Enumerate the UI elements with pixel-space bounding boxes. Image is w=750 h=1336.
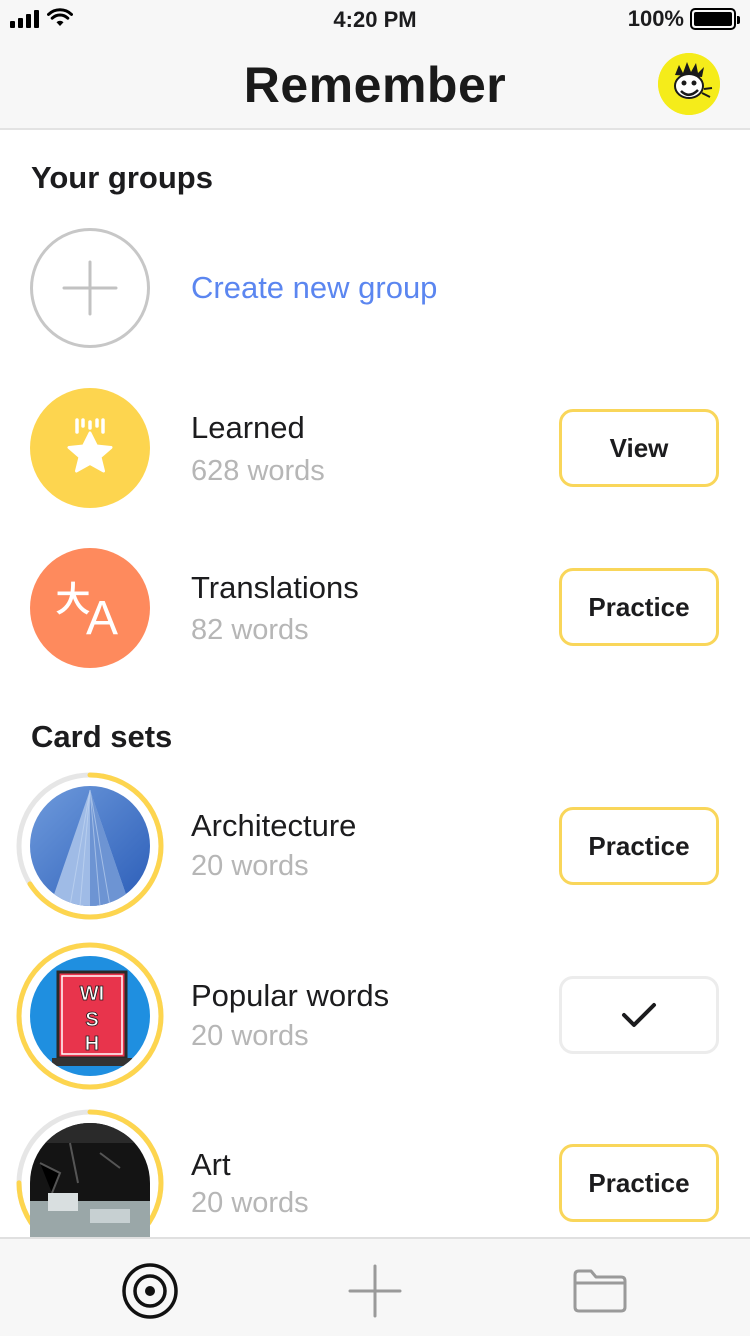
status-bar: 4:20 PM 100% [0,0,750,40]
group-row-learned[interactable]: Learned 628 words View [0,388,750,518]
learned-badge [30,388,150,508]
battery-icon [690,8,740,30]
card-set-row-architecture[interactable]: Architecture 20 words Practice [0,772,750,922]
nav-bar: Remember [0,40,750,130]
target-icon [122,1263,178,1319]
tab-add[interactable] [345,1261,405,1321]
group-count: 628 words [191,455,325,487]
create-group-row[interactable]: Create new group [0,228,750,358]
card-set-name: Art [191,1147,231,1182]
view-button[interactable]: View [559,409,719,487]
svg-text:大: 大 [56,580,90,620]
completed-button[interactable] [559,976,719,1054]
practice-button[interactable]: Practice [559,807,719,885]
group-name: Translations [191,570,359,605]
section-title-groups: Your groups [31,160,213,195]
practice-button[interactable]: Practice [559,1144,719,1222]
tab-folders[interactable] [570,1261,630,1321]
cartoon-avatar-icon [658,53,720,115]
svg-text:H: H [85,1033,99,1055]
translations-badge: 大 A [30,548,150,668]
folder-icon [573,1269,627,1313]
star-icon [67,418,113,473]
translate-icon: 大 A [56,580,118,645]
checkmark-icon [622,1003,656,1027]
create-group-link[interactable]: Create new group [191,270,437,306]
svg-text:S: S [85,1009,98,1031]
card-set-name: Architecture [191,808,357,843]
card-set-count: 20 words [191,1187,309,1219]
avatar[interactable] [658,53,720,115]
card-set-name: Popular words [191,978,390,1013]
tab-bar [0,1237,750,1336]
popular-words-image: WI S H [30,956,150,1076]
practice-button[interactable]: Practice [559,568,719,646]
group-name: Learned [191,410,305,445]
battery-percent: 100% [627,6,684,31]
svg-text:A: A [86,592,118,645]
svg-text:WI: WI [80,983,104,1005]
card-set-count: 20 words [191,1020,309,1052]
section-title-card-sets: Card sets [31,719,173,754]
plus-icon [348,1264,402,1318]
card-set-count: 20 words [191,850,309,882]
app-title: Remember [243,57,507,113]
tab-practice[interactable] [120,1261,180,1321]
card-set-row-art[interactable]: Art 20 words Practice [0,1109,750,1257]
plus-icon [62,260,118,316]
art-image [30,1123,150,1237]
card-set-row-popular-words[interactable]: WI S H Popular words 20 words [0,942,750,1092]
group-count: 82 words [191,614,309,646]
create-group-button[interactable] [30,228,150,348]
group-row-translations[interactable]: 大 A Translations 82 words Practice [0,548,750,678]
architecture-image [30,786,150,906]
